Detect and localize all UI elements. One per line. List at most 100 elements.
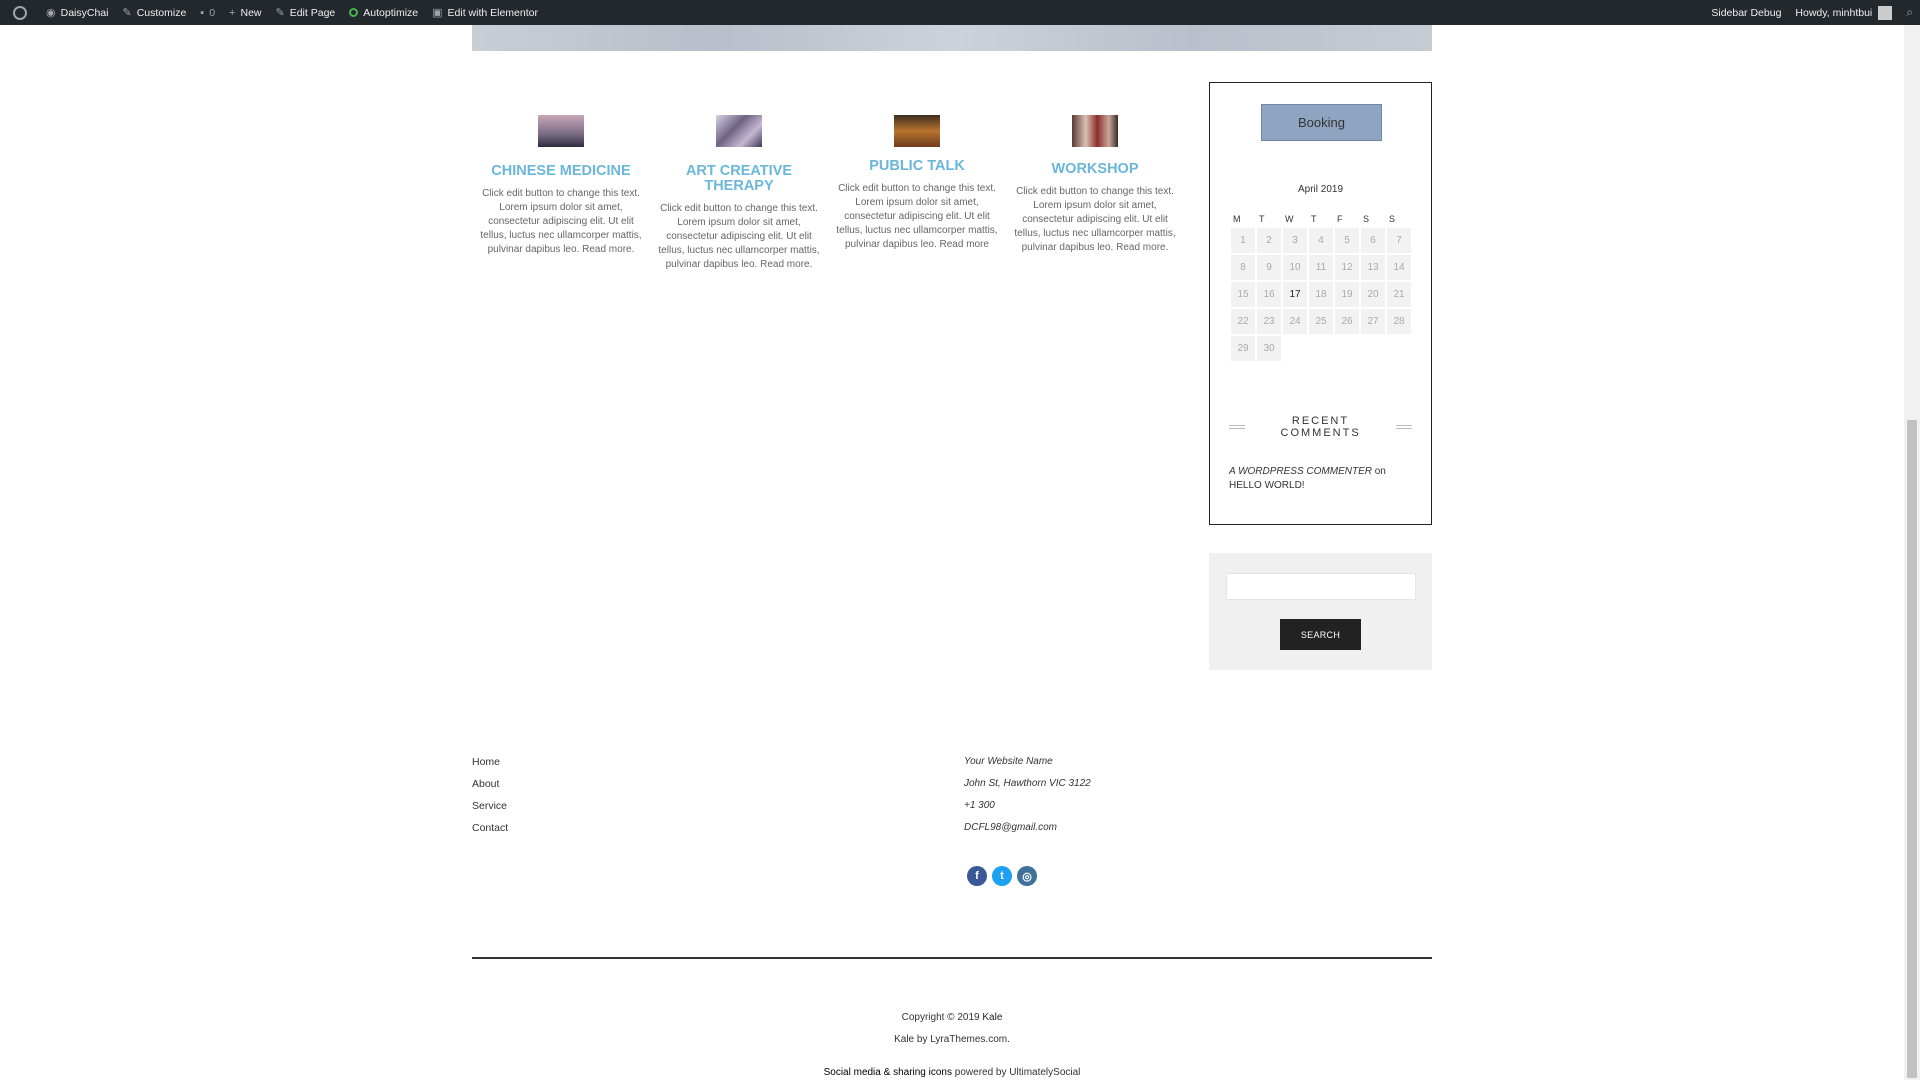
calendar-day: 9 (1257, 255, 1281, 280)
calendar-day: 15 (1231, 282, 1255, 307)
calendar-caption: April 2019 (1297, 184, 1344, 195)
account-menu[interactable]: Howdy, minhtbui (1788, 0, 1899, 25)
status-circle-icon (349, 8, 359, 17)
footer-menu: Home About Service Contact (472, 756, 508, 844)
hero-image (472, 25, 1432, 51)
service-title[interactable]: ART CREATIVE THERAPY (650, 164, 828, 194)
service-title[interactable]: PUBLIC TALK (828, 159, 1006, 174)
footer-link-about[interactable]: About (472, 778, 508, 800)
calendar-day: 25 (1309, 309, 1333, 334)
search-button[interactable]: SEARCH (1280, 619, 1361, 650)
booking-button[interactable]: Booking (1261, 104, 1382, 141)
calendar-day: 13 (1361, 255, 1385, 280)
calendar-day: 24 (1283, 309, 1307, 334)
calendar-day: 28 (1387, 309, 1411, 334)
calendar-day: 2 (1257, 228, 1281, 253)
calendar-day: 4 (1309, 228, 1333, 253)
read-more-link[interactable]: Read more. (760, 259, 812, 270)
calendar-weekday: W (1285, 214, 1294, 224)
search-icon[interactable]: ⌕ (1899, 0, 1920, 25)
calendar-day: 11 (1309, 255, 1333, 280)
page-scrollbar[interactable] (1904, 25, 1920, 1080)
calendar-day: 26 (1335, 309, 1359, 334)
service-chinese-medicine: CHINESE MEDICINE Click edit button to ch… (472, 115, 650, 272)
new-label: New (240, 6, 262, 19)
calendar-day: 5 (1335, 228, 1359, 253)
service-text: Click edit button to change this text. L… (472, 187, 650, 257)
calendar-day: 18 (1309, 282, 1333, 307)
service-text: Click edit button to change this text. L… (650, 202, 828, 272)
calendar-weekday: S (1389, 214, 1396, 224)
calendar-day: 21 (1387, 282, 1411, 307)
read-more-link[interactable]: Read more. (1116, 242, 1168, 253)
calendar-weekday: M (1233, 214, 1241, 224)
comment-icon: ▪ (200, 6, 205, 19)
search-widget: SEARCH (1209, 553, 1432, 670)
service-text: Click edit button to change this text. L… (828, 182, 1006, 252)
footer-divider (472, 957, 1432, 959)
calendar-weekday: T (1311, 214, 1317, 224)
service-image (1072, 115, 1118, 147)
calendar-day: 27 (1361, 309, 1385, 334)
calendar-day: 23 (1257, 309, 1281, 334)
comment-author-link[interactable]: A WORDPRESS COMMENTER (1229, 466, 1372, 477)
calendar-empty-cell (1283, 336, 1307, 361)
customize-link[interactable]: ✎ Customize (115, 0, 193, 25)
twitter-icon[interactable]: t (992, 866, 1012, 886)
recent-comment-item: A WORDPRESS COMMENTER on HELLO WORLD! (1229, 465, 1419, 493)
contact-email: DCFL98@gmail.com (964, 822, 1057, 833)
new-content-link[interactable]: + New (222, 0, 268, 25)
copyright-site-link[interactable]: Kale (982, 1012, 1002, 1023)
footer-link-home[interactable]: Home (472, 756, 508, 778)
sidebar-widget-box: Booking April 2019 MTWTFSS 1 2 3 4 5 6 7 8 9 10 11… (1209, 82, 1432, 525)
calendar-weekday: T (1259, 214, 1265, 224)
comments-link[interactable]: ▪ 0 (193, 0, 222, 25)
service-title[interactable]: WORKSHOP (1006, 162, 1184, 177)
admin-bar: ◉ DaisyChai ✎ Customize ▪ 0 + New ✎ Edit Page… (0, 0, 1920, 25)
calendar-weekday: F (1337, 214, 1343, 224)
calendar-empty-cell (1309, 336, 1333, 361)
sidebar-debug-label: Sidebar Debug (1711, 6, 1782, 19)
facebook-icon[interactable]: f (967, 866, 987, 886)
calendar-day: 30 (1257, 336, 1281, 361)
calendar-day: 22 (1231, 309, 1255, 334)
service-public-talk: PUBLIC TALK Click edit button to change … (828, 115, 1006, 272)
brush-icon: ✎ (122, 7, 132, 19)
calendar-empty-cell (1387, 336, 1411, 361)
sidebar-debug-link[interactable]: Sidebar Debug (1704, 0, 1788, 25)
comments-count: 0 (209, 6, 216, 19)
footer-link-contact[interactable]: Contact (472, 822, 508, 844)
calendar-week: 1234567 (1231, 228, 1411, 253)
calendar-empty-cell (1361, 336, 1385, 361)
calendar-day: 20 (1361, 282, 1385, 307)
copyright-line: Copyright © 2019 Kale (472, 1012, 1432, 1023)
dashboard-icon: ◉ (46, 7, 56, 19)
services-row: CHINESE MEDICINE Click edit button to ch… (472, 115, 1192, 272)
calendar-week: 22 23 24 25 26 27 28 (1231, 309, 1411, 334)
social-credit-text: powered by UltimatelySocial (954, 1067, 1081, 1078)
contact-phone: +1 300 (964, 800, 995, 811)
footer-link-service[interactable]: Service (472, 800, 508, 822)
edit-page-label: Edit Page (289, 6, 336, 19)
read-more-link[interactable]: Read more. (582, 244, 634, 255)
service-image (894, 115, 940, 147)
instagram-icon[interactable]: ◎ (1017, 866, 1037, 886)
comment-post-link[interactable]: HELLO WORLD! (1229, 480, 1305, 491)
service-title[interactable]: CHINESE MEDICINE (472, 164, 650, 179)
calendar-day: 10 (1283, 255, 1307, 280)
autoptimize-link[interactable]: Autoptimize (342, 0, 425, 25)
howdy-label: Howdy, minhtbui (1795, 6, 1873, 19)
edit-page-link[interactable]: ✎ Edit Page (269, 0, 343, 25)
service-art-creative-therapy: ART CREATIVE THERAPY Click edit button t… (650, 115, 828, 272)
search-input[interactable] (1226, 573, 1416, 600)
wordpress-logo-icon[interactable] (0, 0, 39, 25)
calendar-day: 16 (1257, 282, 1281, 307)
calendar-day: 8 (1231, 255, 1255, 280)
theme-credit-link[interactable]: Kale by LyraThemes.com. (894, 1034, 1010, 1045)
edit-elementor-link[interactable]: ▣ Edit with Elementor (425, 0, 545, 25)
scrollbar-thumb[interactable] (1907, 420, 1917, 1078)
site-name-link[interactable]: ◉ DaisyChai (39, 0, 115, 25)
autoptimize-label: Autoptimize (363, 6, 419, 19)
social-credit-link[interactable]: Social media & sharing icons (824, 1067, 952, 1078)
read-more-link[interactable]: Read more (940, 239, 989, 250)
